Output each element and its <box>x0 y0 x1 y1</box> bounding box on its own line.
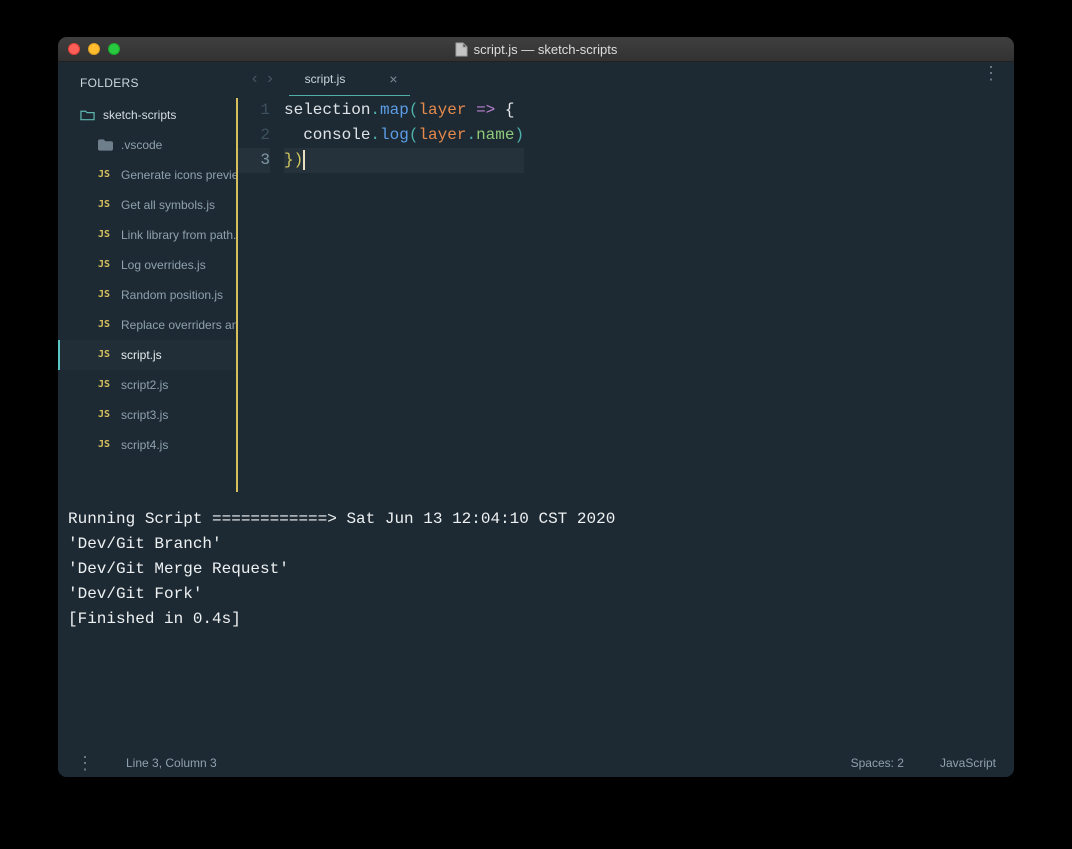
close-window-button[interactable] <box>68 43 80 55</box>
language-setting[interactable]: JavaScript <box>940 756 996 770</box>
sidebar-root-folder[interactable]: sketch-scripts <box>58 100 236 130</box>
sidebar-file-item[interactable]: JS script2.js <box>58 370 236 400</box>
code-line[interactable]: selection.map(layer => { <box>284 98 524 123</box>
sidebar-file-item[interactable]: JS Replace overriders and <box>58 310 236 340</box>
sidebar-item-label: Random position.js <box>121 287 223 303</box>
text-cursor <box>303 150 305 170</box>
js-file-icon: JS <box>98 377 113 393</box>
sidebar: FOLDERS sketch-scripts .vscode JS Generat… <box>58 62 236 492</box>
nav-back-icon[interactable]: ‹ <box>252 70 257 88</box>
sidebar-item-label: .vscode <box>121 137 162 153</box>
sidebar-file-item[interactable]: JS script3.js <box>58 400 236 430</box>
window-title: script.js — sketch-scripts <box>58 42 1014 57</box>
titlebar[interactable]: script.js — sketch-scripts <box>58 37 1014 62</box>
output-console[interactable]: Running Script ============> Sat Jun 13 … <box>58 492 1014 747</box>
sidebar-header: FOLDERS <box>58 70 236 100</box>
sidebar-item-label: script.js <box>121 347 162 363</box>
app-window: script.js — sketch-scripts FOLDERS sketc… <box>58 37 1014 777</box>
line-number: 2 <box>238 123 270 148</box>
close-tab-icon[interactable]: × <box>389 72 397 86</box>
tab-history-nav: ‹ › <box>242 70 283 88</box>
sidebar-folder-vscode[interactable]: .vscode <box>58 130 236 160</box>
upper-panes: FOLDERS sketch-scripts .vscode JS Generat… <box>58 62 1014 492</box>
minimize-window-button[interactable] <box>88 43 100 55</box>
sidebar-file-item[interactable]: JS Link library from path.js <box>58 220 236 250</box>
tabbar: ‹ › script.js × ⋮ <box>236 62 1014 96</box>
js-file-icon: JS <box>98 227 113 243</box>
tab-label: script.js <box>305 72 346 86</box>
code-body[interactable]: selection.map(layer => { console.log(lay… <box>284 98 524 492</box>
code-editor[interactable]: 1 2 3 selection.map(layer => { console.l… <box>236 96 1014 492</box>
statusbar: ⋮ Line 3, Column 3 Spaces: 2 JavaScript <box>58 747 1014 777</box>
sidebar-item-label: script2.js <box>121 377 168 393</box>
sidebar-file-item[interactable]: JS Random position.js <box>58 280 236 310</box>
js-file-icon: JS <box>98 287 113 303</box>
file-icon <box>455 42 468 57</box>
js-file-icon: JS <box>98 197 113 213</box>
zoom-window-button[interactable] <box>108 43 120 55</box>
code-line[interactable]: console.log(layer.name) <box>284 123 524 148</box>
main-area: FOLDERS sketch-scripts .vscode JS Generat… <box>58 62 1014 777</box>
folder-icon <box>98 139 113 151</box>
sidebar-file-item[interactable]: JS script4.js <box>58 430 236 460</box>
nav-forward-icon[interactable]: › <box>267 70 272 88</box>
sidebar-item-label: script4.js <box>121 437 168 453</box>
editor-area: ‹ › script.js × ⋮ 1 2 3 <box>236 62 1014 492</box>
line-number: 1 <box>238 98 270 123</box>
indent-setting[interactable]: Spaces: 2 <box>851 756 904 770</box>
sidebar-item-label: Get all symbols.js <box>121 197 215 213</box>
sidebar-item-label: Replace overriders and <box>121 317 236 333</box>
js-file-icon: JS <box>98 437 113 453</box>
sidebar-file-item[interactable]: JS Log overrides.js <box>58 250 236 280</box>
folder-open-icon <box>80 109 95 121</box>
sidebar-item-label: sketch-scripts <box>103 107 176 123</box>
overflow-menu-icon[interactable]: ⋮ <box>982 70 1000 76</box>
sidebar-item-label: Log overrides.js <box>121 257 206 273</box>
sidebar-item-label: Generate icons preview.js <box>121 167 236 183</box>
sidebar-file-item[interactable]: JS script.js <box>58 340 236 370</box>
tab-script-js[interactable]: script.js × <box>283 62 416 96</box>
status-menu-icon[interactable]: ⋮ <box>76 760 94 766</box>
sidebar-item-label: Link library from path.js <box>121 227 236 243</box>
js-file-icon: JS <box>98 407 113 423</box>
code-line[interactable]: }) <box>284 148 524 173</box>
js-file-icon: JS <box>98 167 113 183</box>
sidebar-file-item[interactable]: JS Get all symbols.js <box>58 190 236 220</box>
sidebar-item-label: script3.js <box>121 407 168 423</box>
line-gutter: 1 2 3 <box>236 98 284 492</box>
window-title-text: script.js — sketch-scripts <box>474 42 618 57</box>
js-file-icon: JS <box>98 347 113 363</box>
js-file-icon: JS <box>98 317 113 333</box>
sidebar-file-item[interactable]: JS Generate icons preview.js <box>58 160 236 190</box>
window-controls <box>58 43 120 55</box>
line-number: 3 <box>238 148 270 173</box>
cursor-position[interactable]: Line 3, Column 3 <box>126 756 217 770</box>
js-file-icon: JS <box>98 257 113 273</box>
